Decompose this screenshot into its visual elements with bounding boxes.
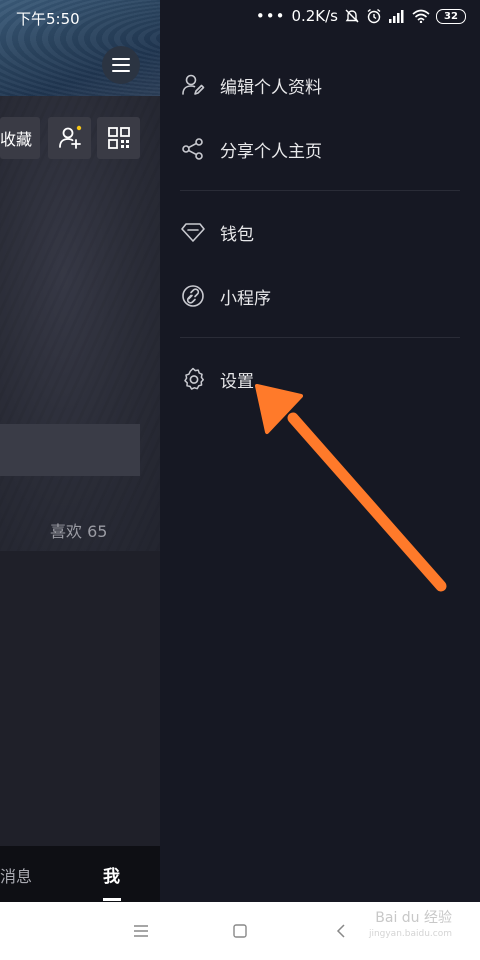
watermark: Bai du 经验 jingyan.baidu.com xyxy=(369,910,452,942)
battery-level: 32 xyxy=(444,10,458,22)
watermark-url: jingyan.baidu.com xyxy=(368,929,452,939)
share-icon xyxy=(180,136,206,162)
mute-bell-icon xyxy=(345,9,359,23)
menu-item-settings[interactable]: 设置 xyxy=(180,366,254,392)
home-button[interactable] xyxy=(228,919,252,943)
likes-count[interactable]: 喜欢 65 xyxy=(50,518,107,542)
hamburger-icon xyxy=(112,56,130,74)
recent-apps-button[interactable] xyxy=(129,919,153,943)
active-tab-indicator xyxy=(103,898,121,901)
nav-tab-me[interactable]: 我 xyxy=(103,862,120,887)
status-bar-right: ••• 0.2K/s 32 xyxy=(256,7,466,25)
wallet-diamond-icon xyxy=(180,219,206,245)
profile-panel: 下午5:50 收藏 喜欢 65 消息 我 xyxy=(0,0,160,902)
menu-item-wallet[interactable]: 钱包 xyxy=(180,219,254,245)
menu-item-label: 设置 xyxy=(220,371,254,392)
add-user-icon xyxy=(58,125,81,149)
menu-item-label: 小程序 xyxy=(220,288,271,309)
mini-program-link-icon xyxy=(180,283,206,309)
favorites-button[interactable]: 收藏 xyxy=(0,117,40,159)
more-dots-icon: ••• xyxy=(255,7,286,25)
watermark-text: Bai du 经验 xyxy=(375,910,452,926)
menu-item-label: 分享个人主页 xyxy=(220,141,322,162)
recent-apps-icon xyxy=(134,925,148,937)
qr-code-button[interactable] xyxy=(97,117,140,159)
menu-divider xyxy=(180,190,460,191)
back-chevron-icon xyxy=(336,924,345,938)
home-icon xyxy=(233,924,247,938)
battery-icon: 32 xyxy=(436,8,466,24)
signal-icon xyxy=(389,10,404,23)
status-time: 下午5:50 xyxy=(16,10,80,28)
menu-item-share-profile[interactable]: 分享个人主页 xyxy=(180,136,322,162)
system-navigation-bar: Bai du 经验 jingyan.baidu.com xyxy=(0,902,480,960)
gear-icon xyxy=(180,366,206,392)
profile-cover-image xyxy=(0,96,160,551)
bottom-navigation: 消息 我 xyxy=(0,846,160,902)
add-friend-button[interactable] xyxy=(48,117,91,159)
menu-divider xyxy=(180,337,460,338)
favorites-label: 收藏 xyxy=(0,130,33,149)
menu-item-label: 编辑个人资料 xyxy=(220,77,322,98)
back-button[interactable] xyxy=(329,919,353,943)
menu-item-edit-profile[interactable]: 编辑个人资料 xyxy=(180,72,322,98)
qr-code-icon xyxy=(107,127,130,149)
network-speed: 0.2K/s xyxy=(291,7,338,25)
menu-item-mini-program[interactable]: 小程序 xyxy=(180,283,271,309)
nav-tab-messages[interactable]: 消息 xyxy=(0,863,32,887)
alarm-clock-icon xyxy=(367,8,381,24)
edit-profile-icon xyxy=(180,72,206,98)
wifi-icon xyxy=(412,9,430,23)
hamburger-menu-button[interactable] xyxy=(102,46,140,84)
bio-box xyxy=(0,424,140,476)
menu-item-label: 钱包 xyxy=(220,224,254,245)
